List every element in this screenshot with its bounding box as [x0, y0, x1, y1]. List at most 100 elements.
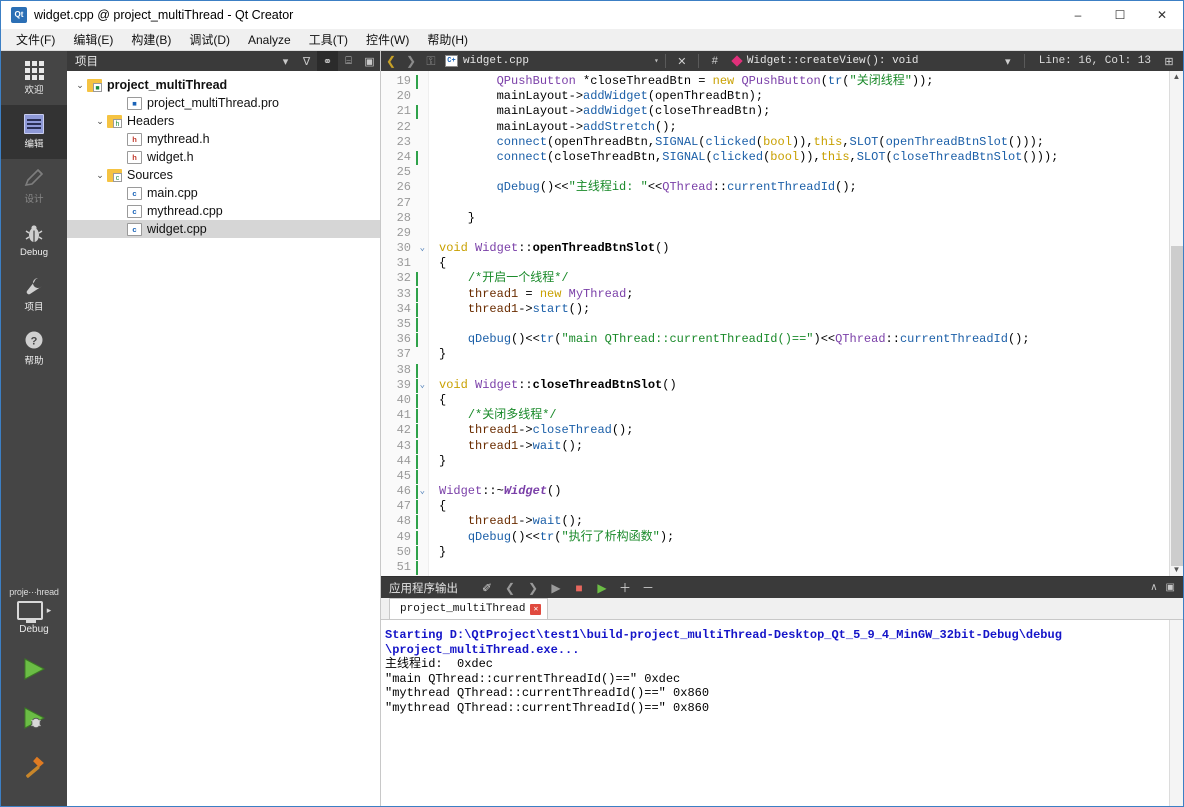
hammer-icon [25, 756, 44, 778]
link-with-editor-icon[interactable]: ⚭ [317, 51, 338, 71]
cpp-file-icon: c [127, 222, 142, 236]
change-marker [416, 363, 418, 378]
zoom-in-icon[interactable]: ＋ [618, 581, 632, 595]
filter-dropdown-icon[interactable]: ▾ [275, 51, 296, 71]
code-line: connect(openThreadBtn,SIGNAL(clicked(boo… [496, 134, 1044, 149]
line-number: 20 [396, 89, 411, 104]
run-debug-icon[interactable]: ▶ [595, 581, 609, 595]
fold-marker-icon[interactable]: ⌄ [420, 378, 425, 393]
line-col-indicator[interactable]: Line: 16, Col: 13 [1031, 55, 1159, 67]
mode-edit[interactable]: 编辑 [1, 105, 67, 159]
tree-item[interactable]: ⌄ h Headers [67, 112, 380, 130]
close-pane-icon[interactable]: ▣ [359, 51, 380, 71]
mode-selector: 欢迎 编辑 设计 Debug 项目 ? 帮助 proje···hread ▸ D… [1, 51, 67, 806]
scrollbar-thumb[interactable] [1171, 246, 1183, 566]
code-text[interactable]: QPushButton *closeThreadBtn = new QPushB… [429, 71, 1169, 576]
menu-build[interactable]: 构建(B) [122, 29, 180, 50]
project-tree[interactable]: ⌄ ■ project_multiThread ■ project_multiThrea… [67, 71, 380, 806]
change-marker [416, 454, 418, 469]
nav-forward-icon[interactable]: ❯ [401, 54, 421, 68]
code-line: { [439, 499, 447, 514]
run-icon[interactable]: ▶ [549, 581, 563, 595]
menu-window[interactable]: 控件(W) [357, 29, 418, 50]
clear-output-icon[interactable]: ✐ [480, 581, 494, 595]
nav-back-icon[interactable]: ❮ [381, 54, 401, 68]
tree-item[interactable]: c mythread.cpp [67, 202, 380, 220]
change-marker [416, 318, 418, 332]
tree-item[interactable]: h widget.h [67, 148, 380, 166]
split-icon[interactable]: ⌸ [338, 51, 359, 71]
tree-item[interactable]: h mythread.h [67, 130, 380, 148]
tree-item[interactable]: ■ project_multiThread.pro [67, 94, 380, 112]
menu-tools[interactable]: 工具(T) [300, 29, 357, 50]
svg-text:?: ? [31, 336, 38, 348]
output-text[interactable]: Starting D:\QtProject\test1\build-projec… [381, 620, 1183, 806]
scroll-down-arrow-icon[interactable]: ▼ [1173, 564, 1181, 576]
prev-item-icon[interactable]: ❮ [503, 581, 517, 595]
kit-target-row[interactable]: ▸ [16, 601, 51, 623]
code-area[interactable]: 19 20 21 22 23 24 25 26 27 28 29 30 ⌄ 31 32 33 34 35 36 37 3… [381, 71, 1169, 576]
title-bar: Qt widget.cpp @ project_multiThread - Qt… [1, 1, 1183, 29]
symbol-marker-icon [731, 55, 743, 67]
menu-file[interactable]: 文件(F) [7, 29, 64, 50]
mode-welcome[interactable]: 欢迎 [1, 51, 67, 105]
line-number: 46 ⌄ [396, 484, 425, 500]
close-tab-icon[interactable]: ✕ [530, 603, 542, 615]
line-number: 43 [381, 439, 428, 454]
current-symbol[interactable]: Widget::createView(): void [747, 55, 919, 67]
tree-item[interactable]: c widget.cpp [67, 220, 380, 238]
chevron-down-icon[interactable]: ⌄ [93, 116, 107, 127]
mode-help[interactable]: ? 帮助 [1, 321, 67, 375]
menu-debug[interactable]: 调试(D) [180, 29, 239, 50]
lock-icon[interactable]: ⚿ [421, 54, 441, 69]
zoom-out-icon[interactable]: － [641, 581, 655, 595]
stop-icon[interactable]: ■ [572, 581, 586, 595]
maximize-button[interactable]: ☐ [1099, 1, 1141, 29]
build-button[interactable] [19, 754, 49, 785]
chevron-down-icon[interactable]: ⌄ [73, 80, 87, 91]
mode-design[interactable]: 设计 [1, 159, 67, 213]
line-number: 36 [381, 332, 428, 348]
editor-vertical-scrollbar[interactable]: ▲ ▼ [1169, 71, 1183, 576]
split-pane-icon[interactable]: ⊞ [1159, 55, 1179, 68]
fold-marker-icon[interactable]: ⌄ [420, 484, 425, 499]
mode-debug[interactable]: Debug [1, 213, 67, 267]
change-marker [416, 545, 418, 560]
mode-projects[interactable]: 项目 [1, 267, 67, 321]
close-button[interactable]: ✕ [1141, 1, 1183, 29]
menu-edit[interactable]: 编辑(E) [64, 29, 122, 50]
run-button[interactable] [19, 656, 49, 687]
open-file-name: widget.cpp [463, 55, 530, 67]
tree-item[interactable]: ⌄ c Sources [67, 166, 380, 184]
output-scrollbar[interactable] [1169, 620, 1183, 806]
change-marker [416, 302, 418, 317]
change-marker [416, 439, 418, 454]
code-editor[interactable]: 19 20 21 22 23 24 25 26 27 28 29 30 ⌄ 31 32 33 34 35 36 37 3… [381, 71, 1183, 576]
line-number: 27 [396, 195, 411, 210]
close-document-icon[interactable]: ✕ [672, 55, 692, 68]
pro-file-icon: ■ [127, 96, 142, 110]
change-marker [416, 469, 418, 484]
tree-item[interactable]: c main.cpp [67, 184, 380, 202]
scroll-up-arrow-icon[interactable]: ▲ [1173, 71, 1181, 83]
menu-analyze[interactable]: Analyze [239, 31, 300, 49]
next-item-icon[interactable]: ❯ [526, 581, 540, 595]
tree-item[interactable]: ⌄ ■ project_multiThread [67, 76, 380, 94]
output-tab[interactable]: project_multiThread ✕ [389, 598, 549, 619]
debug-button[interactable] [19, 705, 49, 736]
split-editor-icon[interactable]: # [705, 55, 725, 67]
chevron-down-icon[interactable]: ⌄ [93, 170, 107, 181]
filter-icon[interactable]: ∇ [296, 51, 317, 71]
chevron-down-icon[interactable]: ▾ [654, 56, 659, 66]
fold-marker-icon[interactable]: ⌄ [420, 241, 425, 256]
close-output-pane-icon[interactable]: ▣ [1166, 582, 1175, 593]
open-file-selector[interactable]: C+ widget.cpp ▾ [445, 55, 659, 67]
menu-help[interactable]: 帮助(H) [418, 29, 477, 50]
symbol-chevron-down-icon[interactable]: ▾ [998, 55, 1018, 68]
minimize-button[interactable]: – [1057, 1, 1099, 29]
minimize-pane-icon[interactable]: ∧ [1150, 582, 1157, 593]
